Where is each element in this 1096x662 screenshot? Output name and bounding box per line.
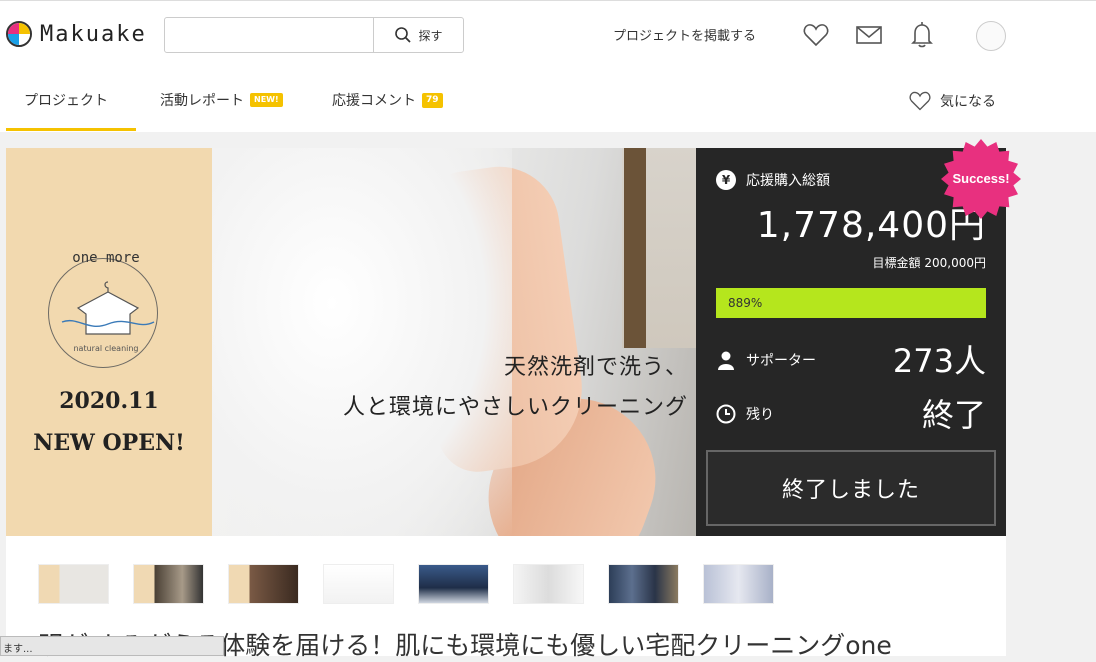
supporters-label: サポーター bbox=[746, 353, 816, 369]
gallery-thumbnail[interactable] bbox=[228, 564, 299, 604]
mail-icon[interactable] bbox=[855, 21, 883, 49]
person-icon bbox=[718, 351, 734, 370]
remaining-value: 終了 bbox=[921, 396, 986, 434]
gallery-thumbnail[interactable] bbox=[703, 564, 774, 604]
gallery-thumbnail[interactable] bbox=[38, 564, 109, 604]
progress-bar-fill: 889% bbox=[716, 288, 986, 318]
total-label: 応援購入総額 bbox=[746, 173, 830, 189]
logo-text: Makuake bbox=[40, 21, 147, 47]
yen-icon: ¥ bbox=[716, 170, 736, 190]
project-hero-image[interactable]: one more natural cleaning 2020.11 NEW OP… bbox=[6, 148, 696, 536]
baby-photo bbox=[212, 148, 696, 536]
user-avatar[interactable] bbox=[976, 21, 1006, 51]
new-badge: NEW! bbox=[250, 93, 283, 107]
tagline-line-1: 天然洗剤で洗う、 bbox=[503, 355, 688, 380]
browser-status-bar: ます... bbox=[0, 636, 224, 656]
heart-icon[interactable] bbox=[802, 21, 830, 49]
success-badge-text: Success! bbox=[952, 171, 1009, 186]
active-tab-indicator bbox=[6, 128, 136, 131]
tab-activity-report[interactable]: 活動レポート NEW! bbox=[160, 90, 283, 110]
tab-comments[interactable]: 応援コメント 79 bbox=[332, 90, 443, 110]
new-open-text: NEW OPEN! bbox=[33, 430, 185, 456]
comment-count-badge: 79 bbox=[422, 92, 443, 108]
tagline-line-2: 人と環境にやさしいクリーニング bbox=[342, 395, 688, 420]
gallery-thumbnail[interactable] bbox=[418, 564, 489, 604]
gallery-thumbnail[interactable] bbox=[513, 564, 584, 604]
hero-tagline: 天然洗剤で洗う、 人と環境にやさしいクリーニング bbox=[268, 348, 688, 428]
tab-activity-report-label: 活動レポート bbox=[160, 93, 244, 109]
supporters-label-row: サポーター bbox=[716, 350, 816, 370]
tab-project[interactable]: プロジェクト bbox=[24, 90, 108, 110]
favorite-button[interactable]: 気になる bbox=[908, 90, 996, 112]
search-button[interactable]: 探す bbox=[373, 18, 463, 52]
project-tabs: プロジェクト 活動レポート NEW! 応援コメント 79 気になる bbox=[0, 68, 1096, 132]
search-icon bbox=[395, 27, 412, 43]
heart-outline-icon bbox=[909, 91, 931, 111]
bell-icon[interactable] bbox=[908, 21, 936, 49]
photo-frame-edge bbox=[624, 148, 646, 348]
favorite-label: 気になる bbox=[940, 94, 996, 110]
ended-button[interactable]: 終了しました bbox=[706, 450, 996, 526]
gallery-thumbnail[interactable] bbox=[608, 564, 679, 604]
tab-comments-label: 応援コメント bbox=[332, 93, 416, 109]
makuake-logo[interactable]: Makuake bbox=[6, 21, 147, 47]
search-box: 探す bbox=[164, 17, 464, 53]
search-button-label: 探す bbox=[418, 28, 443, 43]
success-badge: Success! bbox=[941, 139, 1021, 219]
supporters-count: 273人 bbox=[892, 342, 986, 380]
clock-icon bbox=[716, 404, 736, 424]
goal-amount: 目標金額 200,000円 bbox=[872, 256, 986, 270]
brand-panel: one more natural cleaning 2020.11 NEW OP… bbox=[6, 148, 212, 536]
tab-project-label: プロジェクト bbox=[24, 93, 108, 109]
site-header: Makuake 探す プロジェクトを掲載する bbox=[0, 0, 1096, 68]
progress-bar: 889% bbox=[716, 288, 986, 318]
brand-sub-text: natural cleaning bbox=[73, 344, 139, 353]
open-date-text: 2020.11 bbox=[59, 388, 159, 414]
shirt-hanger-icon bbox=[61, 281, 155, 335]
remaining-label-row: 残り bbox=[716, 404, 774, 424]
gallery-thumbnail[interactable] bbox=[133, 564, 204, 604]
remaining-label: 残り bbox=[746, 407, 774, 423]
total-label-row: ¥ 応援購入総額 bbox=[716, 170, 830, 190]
search-input[interactable] bbox=[165, 18, 373, 52]
gallery-thumbnail[interactable] bbox=[323, 564, 394, 604]
white-garment bbox=[212, 148, 512, 536]
brand-name-text: one more bbox=[72, 250, 140, 266]
logo-mark-icon bbox=[6, 21, 32, 47]
post-project-link[interactable]: プロジェクトを掲載する bbox=[613, 25, 756, 44]
